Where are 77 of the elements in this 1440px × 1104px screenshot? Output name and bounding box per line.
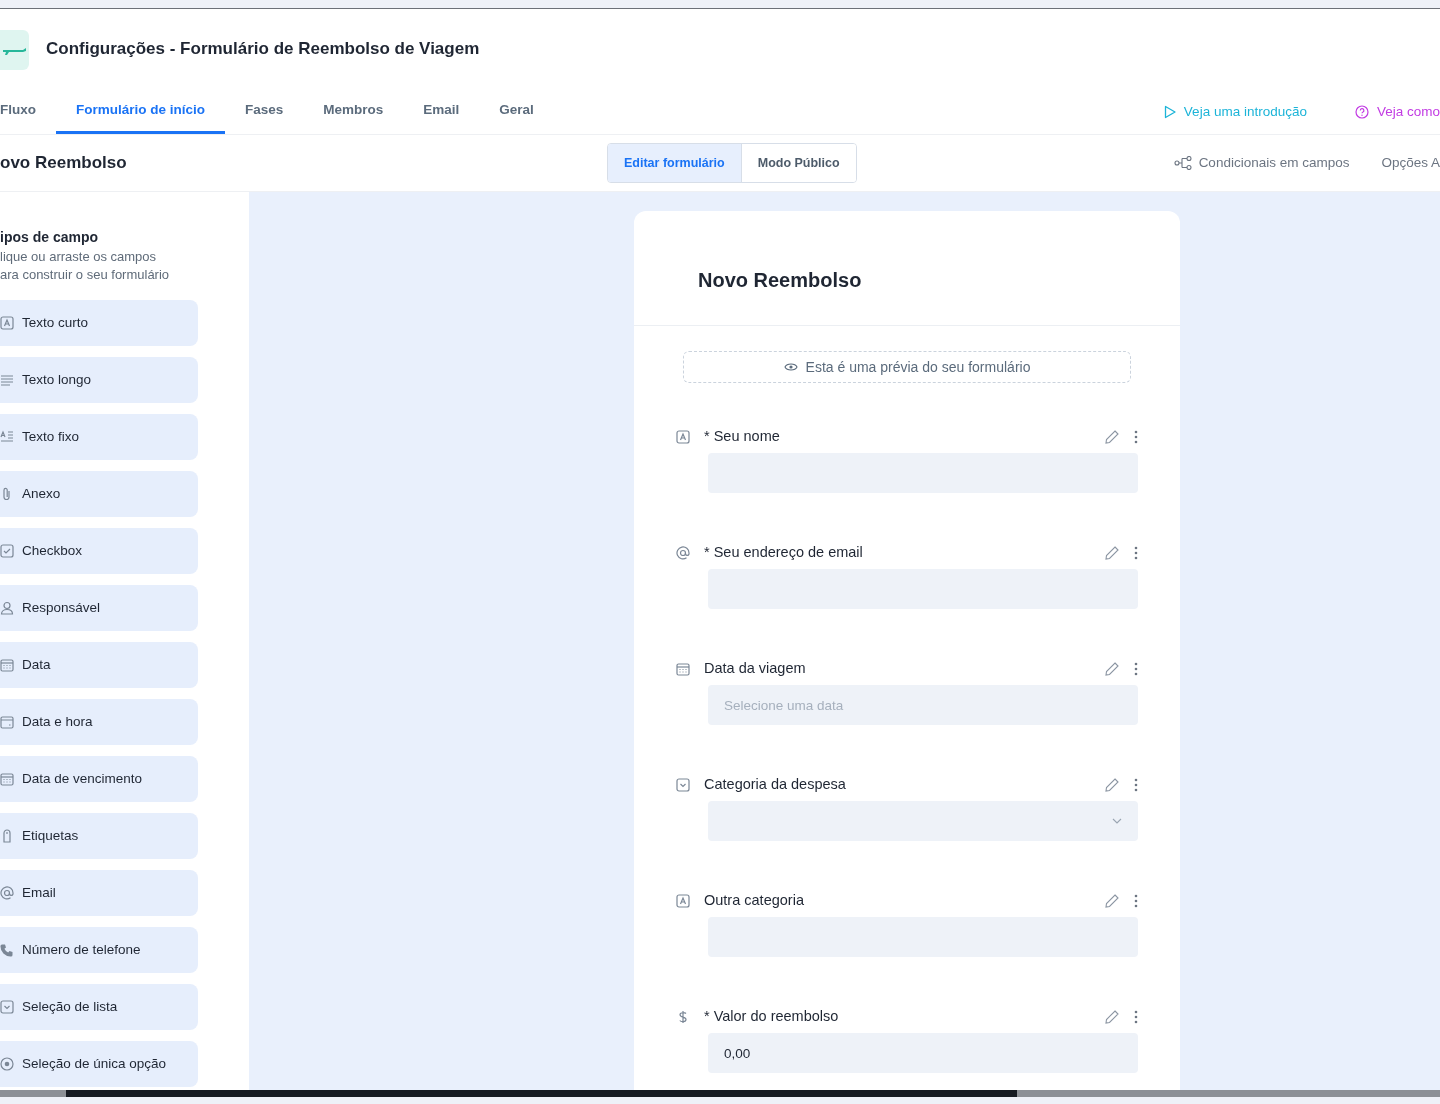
person-icon xyxy=(0,601,14,615)
field-label: * Valor do reembolso xyxy=(704,1007,840,1027)
letter-a-icon xyxy=(676,430,690,444)
mode-toggle-button[interactable]: Editar formulário xyxy=(608,144,741,182)
mode-toggle-button[interactable]: Modo Público xyxy=(740,144,856,182)
nav-tab[interactable]: Email xyxy=(403,90,480,134)
field-type-item[interactable]: Email xyxy=(0,870,198,916)
field-label: Data da viagem xyxy=(704,659,807,679)
at-sign-icon xyxy=(676,546,690,560)
field-type-item[interactable]: Texto fixo xyxy=(0,414,198,460)
field-label: Categoria da despesa xyxy=(704,775,847,795)
field-type-item[interactable]: Data xyxy=(0,642,198,688)
pencil-icon xyxy=(1104,545,1120,561)
field-type-item[interactable]: Etiquetas xyxy=(0,813,198,859)
more-icon xyxy=(1134,546,1138,560)
chevron-down-icon xyxy=(1112,818,1122,824)
nav-tab[interactable]: Fluxo xyxy=(0,90,56,134)
tag-icon xyxy=(0,829,14,843)
more-icon xyxy=(1134,1010,1138,1024)
form-title: Novo Reembolso xyxy=(634,211,1180,326)
nav-tab[interactable]: Fases xyxy=(225,90,304,134)
nav-tab[interactable]: Membros xyxy=(303,90,404,134)
toolbar-link[interactable]: Condicionais em campos xyxy=(1173,152,1350,174)
dropdown-icon xyxy=(676,778,690,792)
more-icon xyxy=(1134,662,1138,676)
help-link[interactable]: Veja como xyxy=(1354,101,1440,123)
field-type-item[interactable]: Texto longo xyxy=(0,357,198,403)
more-icon xyxy=(1134,430,1138,444)
field-type-item[interactable]: Anexo xyxy=(0,471,198,517)
field-type-item[interactable]: Checkbox xyxy=(0,528,198,574)
phone-icon xyxy=(0,943,14,957)
field-type-item[interactable]: Número de telefone xyxy=(0,927,198,973)
eye-icon xyxy=(783,362,798,372)
field-type-item[interactable]: Responsável xyxy=(0,585,198,631)
field-type-item[interactable]: Data de vencimento xyxy=(0,756,198,802)
horizontal-scrollbar[interactable] xyxy=(0,1090,1440,1097)
field-type-item[interactable]: Data e hora xyxy=(0,699,198,745)
letter-a-icon xyxy=(0,316,14,330)
sidebar-description: lique ou arraste os campos ara construir o seu formulário xyxy=(0,248,171,284)
field-type-item[interactable]: Seleção de única opção xyxy=(0,1041,198,1087)
letter-a-icon xyxy=(676,894,690,908)
field-type-item[interactable]: Texto curto xyxy=(0,300,198,346)
at-sign-icon xyxy=(0,886,14,900)
branch-icon xyxy=(1173,156,1192,170)
nav-tab[interactable]: Geral xyxy=(479,90,554,134)
pencil-icon xyxy=(1104,893,1120,909)
pencil-icon xyxy=(1104,1009,1120,1025)
field-label: Outra categoria xyxy=(704,891,805,911)
preview-text: Esta é uma prévia do seu formulário xyxy=(805,357,1031,377)
text-block-icon xyxy=(0,430,14,444)
nav-tab[interactable]: Formulário de início xyxy=(56,90,225,134)
calendar-icon xyxy=(0,715,14,729)
pencil-icon xyxy=(1104,661,1120,677)
play-icon xyxy=(1163,105,1176,119)
checkbox-icon xyxy=(0,544,14,558)
date-field[interactable]: Selecione uma data xyxy=(708,685,1138,725)
pencil-icon xyxy=(1104,429,1120,445)
toolbar-link[interactable]: Opções A xyxy=(1381,152,1440,174)
page-title: Configurações - Formulário de Reembolso de Viagem xyxy=(46,39,480,60)
text-lines-icon xyxy=(0,373,14,387)
radio-button-icon xyxy=(0,1057,14,1071)
more-icon xyxy=(1134,894,1138,908)
calendar-icon xyxy=(0,772,14,786)
pencil-icon xyxy=(1104,777,1120,793)
form-name: ovo Reembolso xyxy=(0,152,128,174)
dollar-sign-icon xyxy=(676,1010,690,1024)
more-icon xyxy=(1134,778,1138,792)
input-field[interactable]: 0,00 xyxy=(708,1033,1138,1073)
sidebar-title: ipos de campo xyxy=(0,228,100,247)
field-type-item[interactable]: Seleção de lista xyxy=(0,984,198,1030)
calendar-icon xyxy=(0,658,14,672)
field-label: * Seu endereço de email xyxy=(704,543,864,563)
field-label: * Seu nome xyxy=(704,427,781,447)
dropdown-field[interactable] xyxy=(708,801,1138,841)
dropdown-icon xyxy=(0,1000,14,1014)
help-icon xyxy=(1354,105,1369,119)
calendar-icon xyxy=(676,662,690,676)
